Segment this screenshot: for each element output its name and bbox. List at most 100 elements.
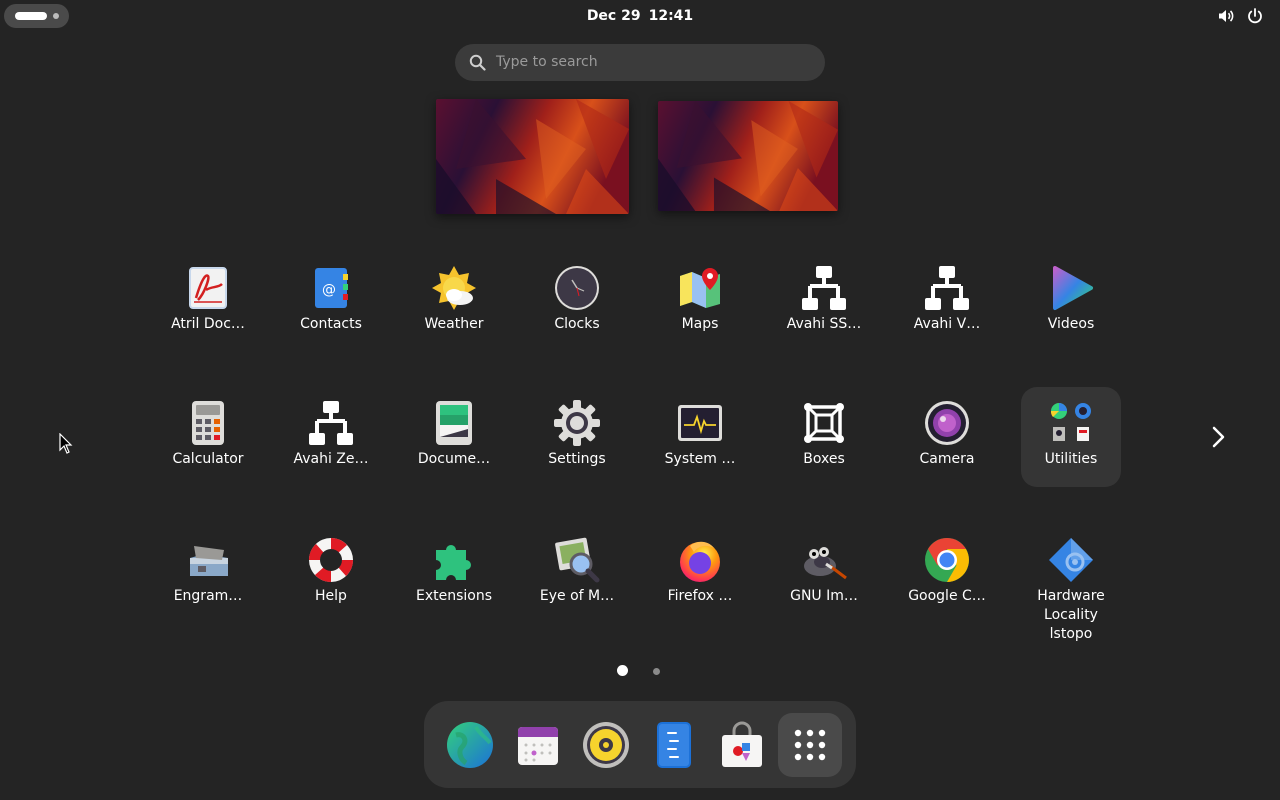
maps-icon	[676, 264, 724, 312]
utilities-folder-icon	[1047, 399, 1095, 447]
power-icon[interactable]	[1246, 7, 1264, 25]
app-folder-utilities[interactable]: Utilities	[1021, 387, 1121, 487]
app-boxes[interactable]: Boxes	[774, 387, 874, 487]
search-placeholder: Type to search	[496, 54, 598, 70]
app-label: Docume…	[417, 451, 491, 467]
app-videos[interactable]: Videos	[1021, 252, 1121, 352]
globe-browser-icon	[447, 722, 493, 768]
music-speaker-icon	[583, 722, 629, 768]
app-label: Utilities	[1044, 451, 1098, 467]
activities-pill-icon	[15, 12, 47, 20]
settings-gear-icon	[553, 399, 601, 447]
app-camera[interactable]: Camera	[897, 387, 997, 487]
document-scanner-icon	[430, 399, 478, 447]
firefox-icon	[676, 536, 724, 584]
workspace-dot-icon	[53, 13, 59, 19]
workspace-thumbnail-1[interactable]	[436, 99, 629, 214]
dash-item-browser[interactable]	[438, 713, 502, 777]
app-help[interactable]: Help	[281, 524, 381, 624]
app-avahi-vnc[interactable]: Avahi V…	[897, 252, 997, 352]
app-label: Camera	[919, 451, 975, 467]
dash-item-calendar[interactable]	[506, 713, 570, 777]
app-engrampa[interactable]: Engram…	[158, 524, 258, 624]
contacts-icon: @	[307, 264, 355, 312]
network-icon	[923, 264, 971, 312]
app-atril[interactable]: Atril Doc…	[158, 252, 258, 352]
camera-icon	[923, 399, 971, 447]
app-avahi-zeroconf[interactable]: Avahi Ze…	[281, 387, 381, 487]
app-label: Settings	[548, 451, 606, 467]
app-system-monitor[interactable]: System …	[650, 387, 750, 487]
weather-icon	[430, 264, 478, 312]
app-label: Avahi SS…	[786, 316, 862, 332]
mouse-pointer-icon	[59, 433, 73, 454]
time-label: 12:41	[648, 8, 694, 24]
page-indicator-2[interactable]	[653, 668, 660, 675]
app-label: Weather	[424, 316, 484, 332]
network-icon	[800, 264, 848, 312]
engrampa-archive-icon	[184, 536, 232, 584]
volume-icon[interactable]	[1217, 7, 1235, 25]
app-calculator[interactable]: Calculator	[158, 387, 258, 487]
wallpaper-image	[658, 101, 838, 211]
dash-item-music[interactable]	[574, 713, 638, 777]
dash-item-software[interactable]	[710, 713, 774, 777]
image-viewer-icon	[553, 536, 601, 584]
wallpaper-image	[436, 99, 629, 214]
app-extensions[interactable]: Extensions	[404, 524, 504, 624]
app-gimp[interactable]: GNU Im…	[774, 524, 874, 624]
gimp-icon	[800, 536, 848, 584]
app-label: Avahi V…	[913, 316, 981, 332]
app-label: Google C…	[908, 588, 986, 604]
activities-button[interactable]	[4, 4, 69, 28]
calendar-icon	[518, 727, 558, 765]
top-bar: Dec 29 12:41	[0, 0, 1280, 32]
app-label: Clocks	[554, 316, 600, 332]
search-entry[interactable]: Type to search	[455, 44, 825, 81]
workspace-thumbnail-2[interactable]	[658, 101, 838, 211]
extensions-puzzle-icon	[430, 536, 478, 584]
app-maps[interactable]: Maps	[650, 252, 750, 352]
app-grid-icon	[794, 729, 826, 761]
atril-document-viewer-icon	[184, 264, 232, 312]
app-label: Contacts	[300, 316, 362, 332]
app-contacts[interactable]: @ Contacts	[281, 252, 381, 352]
app-clocks[interactable]: Clocks	[527, 252, 627, 352]
app-firefox[interactable]: Firefox …	[650, 524, 750, 624]
page-indicator-1[interactable]	[617, 665, 628, 676]
app-label: Videos	[1047, 316, 1095, 332]
chrome-icon	[923, 536, 971, 584]
app-label: Hardware Locality lstopo	[1037, 588, 1105, 642]
app-label: Boxes	[803, 451, 845, 467]
app-eye-of-mate[interactable]: Eye of M…	[527, 524, 627, 624]
svg-text:@: @	[322, 282, 336, 298]
dash-item-text-editor[interactable]	[642, 713, 706, 777]
app-label: Calculator	[172, 451, 244, 467]
app-label: Help	[315, 588, 347, 604]
app-hardware-locality-lstopo[interactable]: Hardware Locality lstopo	[1021, 524, 1121, 654]
app-document-scanner[interactable]: Docume…	[404, 387, 504, 487]
app-label: Atril Doc…	[171, 316, 245, 332]
app-label: Maps	[681, 316, 719, 332]
show-apps-button[interactable]	[778, 713, 842, 777]
app-label: Extensions	[415, 588, 493, 604]
app-label: Firefox …	[667, 588, 733, 604]
videos-icon	[1047, 264, 1095, 312]
system-monitor-icon	[676, 399, 724, 447]
app-google-chrome[interactable]: Google C…	[897, 524, 997, 624]
app-label: Avahi Ze…	[293, 451, 369, 467]
app-label: Eye of M…	[539, 588, 615, 604]
network-icon	[307, 399, 355, 447]
app-avahi-ssh[interactable]: Avahi SS…	[774, 252, 874, 352]
text-editor-icon	[657, 722, 691, 768]
app-settings[interactable]: Settings	[527, 387, 627, 487]
dash	[424, 701, 856, 788]
date-label: Dec 29	[586, 8, 641, 24]
search-icon	[469, 54, 486, 71]
chevron-right-icon[interactable]	[1206, 425, 1230, 449]
software-bag-icon	[722, 721, 762, 767]
date-time-clock[interactable]: Dec 29 12:41	[540, 0, 740, 32]
app-label: System …	[664, 451, 736, 467]
clocks-icon	[553, 264, 601, 312]
app-weather[interactable]: Weather	[404, 252, 504, 352]
